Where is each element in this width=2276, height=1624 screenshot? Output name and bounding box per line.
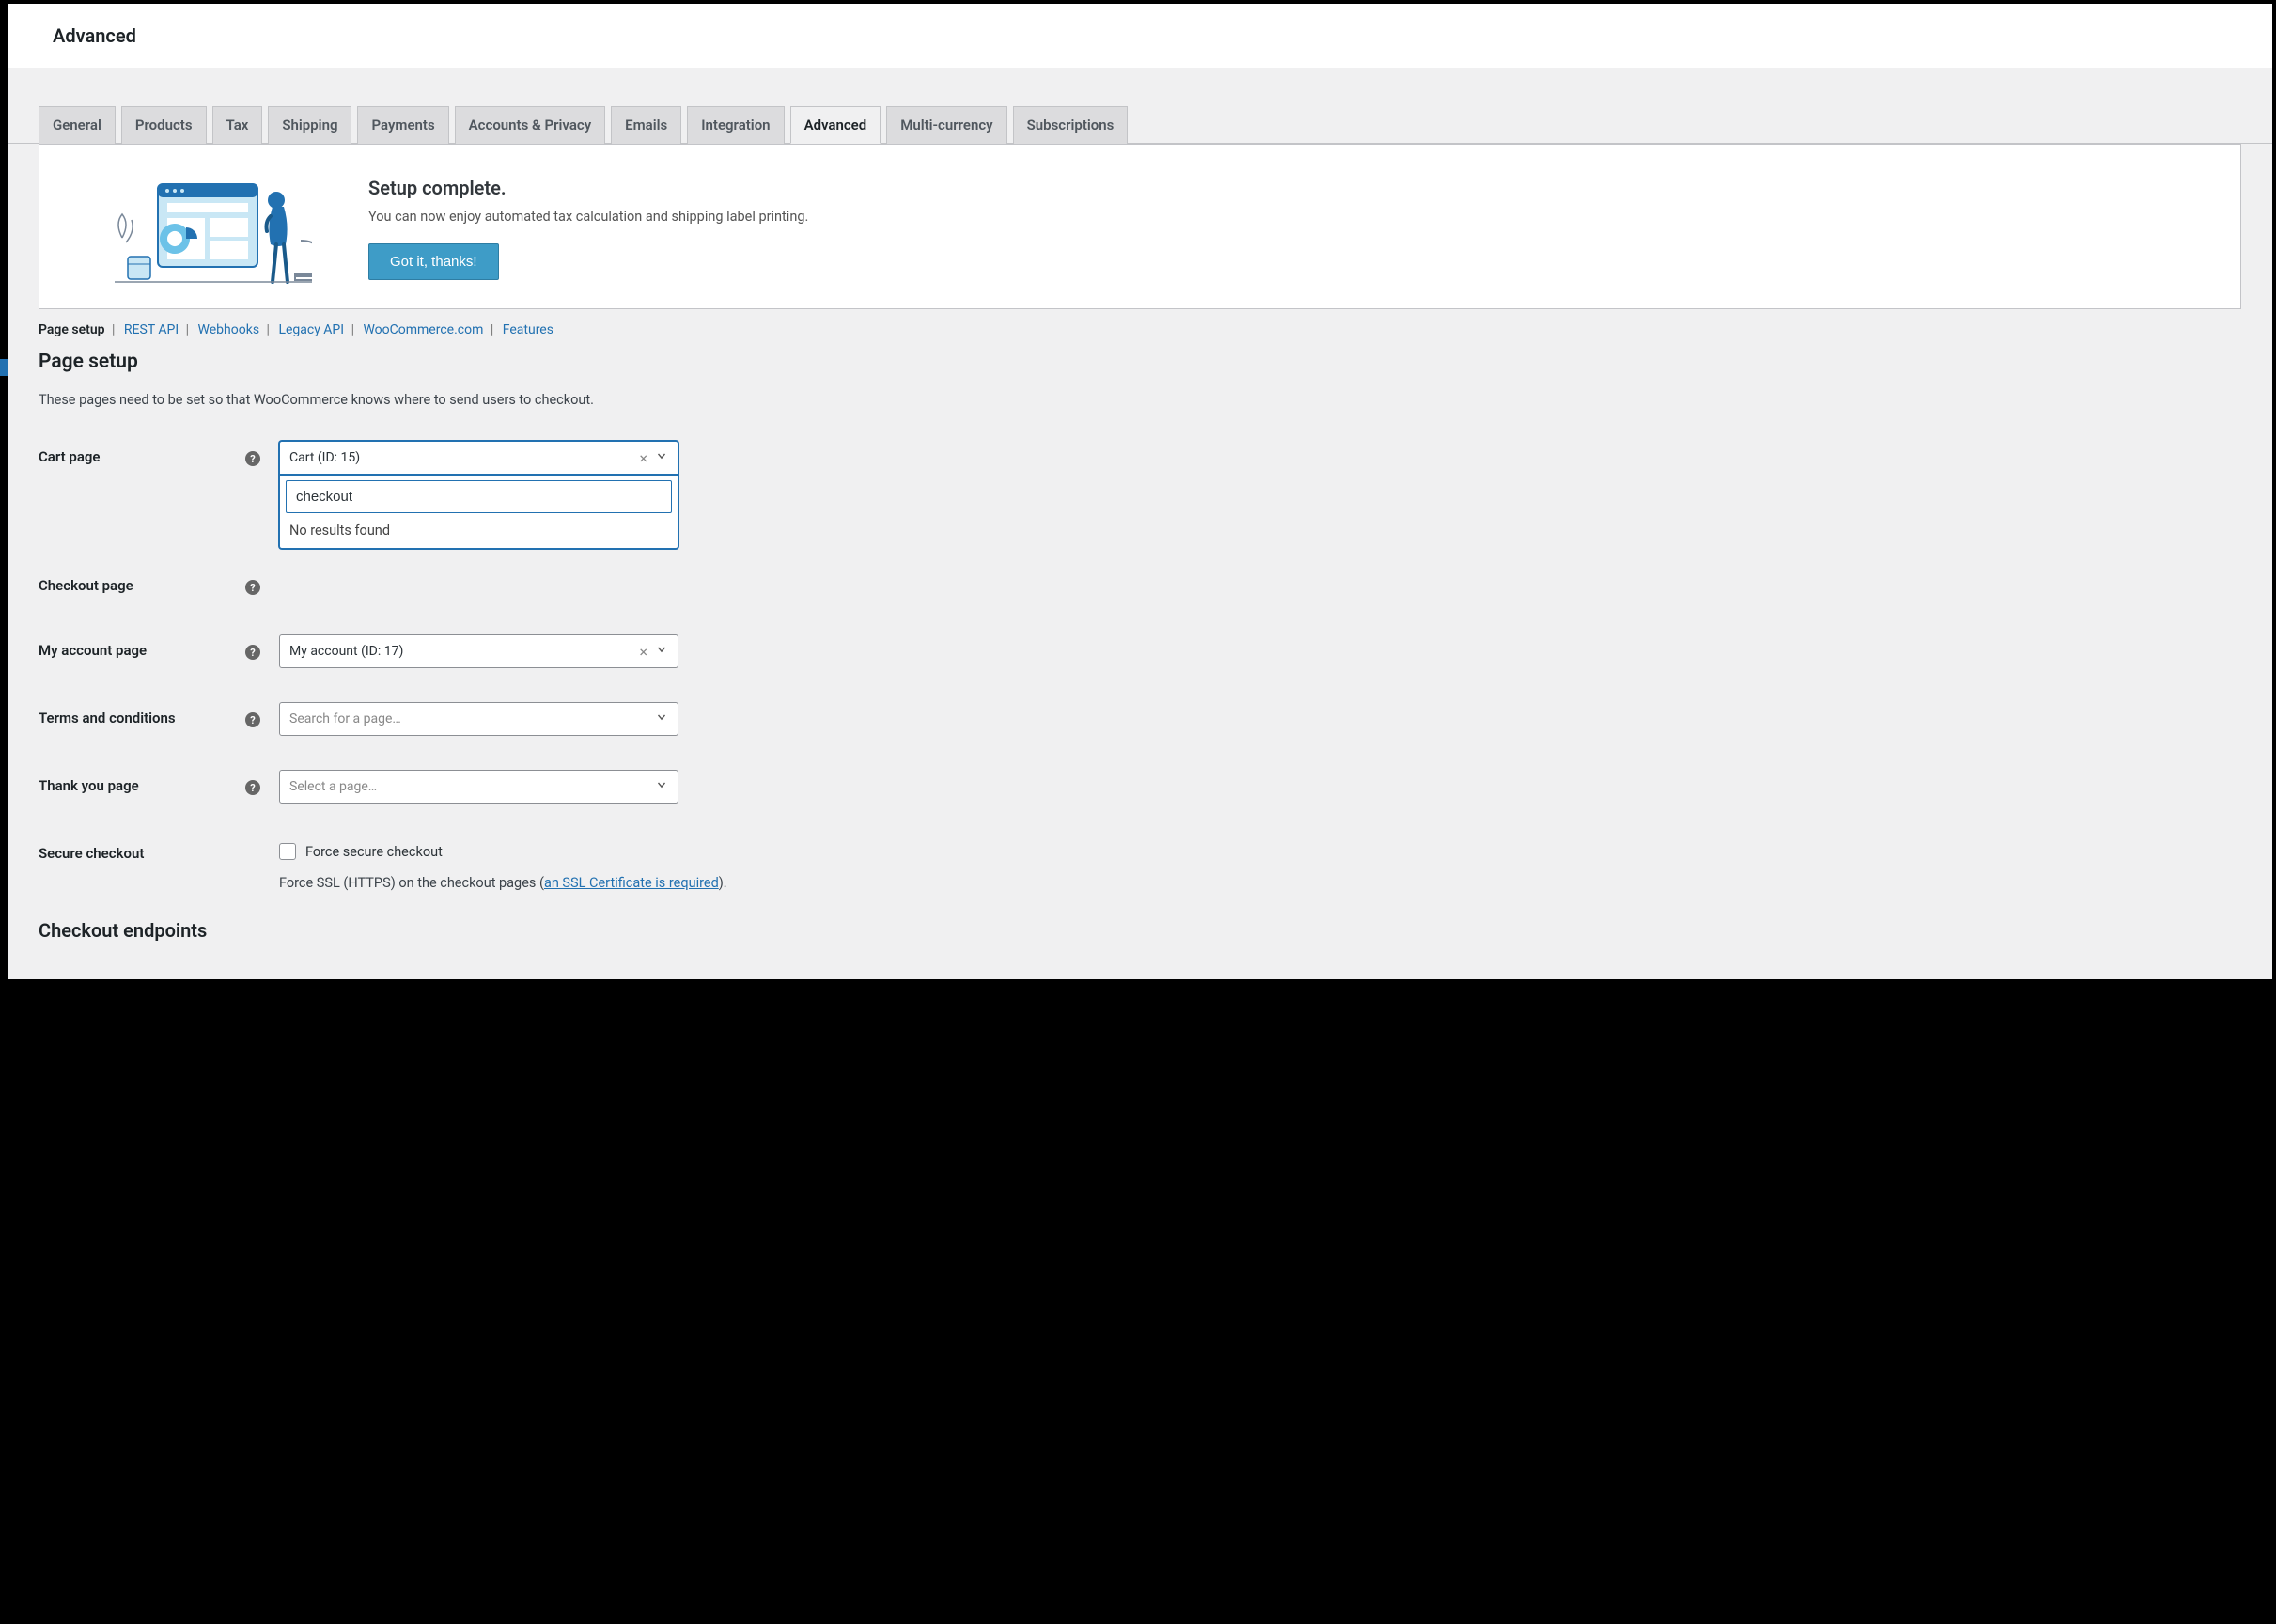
- tab-multi-currency[interactable]: Multi-currency: [886, 106, 1006, 144]
- my-account-page-select[interactable]: My account (ID: 17) ×: [279, 634, 678, 668]
- help-icon[interactable]: ?: [245, 712, 260, 727]
- force-secure-checkbox[interactable]: [279, 843, 296, 860]
- notice-title: Setup complete.: [368, 177, 808, 199]
- ssl-note: Force SSL (HTTPS) on the checkout pages …: [279, 875, 2241, 891]
- chevron-down-icon[interactable]: [655, 710, 668, 727]
- help-icon[interactable]: ?: [245, 451, 260, 466]
- subnav-webhooks[interactable]: Webhooks: [198, 322, 260, 337]
- help-icon[interactable]: ?: [245, 580, 260, 595]
- tab-tax[interactable]: Tax: [212, 106, 263, 144]
- sub-nav: Page setup | REST API | Webhooks | Legac…: [8, 309, 2272, 351]
- thank-you-label: Thank you page: [39, 770, 245, 794]
- terms-placeholder: Search for a page…: [289, 711, 401, 726]
- subnav-page-setup[interactable]: Page setup: [39, 322, 105, 337]
- terms-page-select[interactable]: Search for a page…: [279, 702, 678, 736]
- ssl-certificate-link[interactable]: an SSL Certificate is required: [544, 875, 719, 891]
- subnav-legacy-api[interactable]: Legacy API: [278, 322, 344, 337]
- notice-illustration: [68, 167, 312, 289]
- settings-tabs: General Products Tax Shipping Payments A…: [8, 68, 2272, 144]
- cart-page-search-input[interactable]: [286, 480, 672, 513]
- no-results-message: No results found: [286, 513, 672, 542]
- secure-checkout-label: Secure checkout: [39, 837, 245, 862]
- thank-you-page-select[interactable]: Select a page…: [279, 770, 678, 804]
- tab-general[interactable]: General: [39, 106, 116, 144]
- subnav-features[interactable]: Features: [503, 322, 553, 337]
- help-icon[interactable]: ?: [245, 645, 260, 660]
- checkout-page-label: Checkout page: [39, 570, 245, 594]
- tab-shipping[interactable]: Shipping: [268, 106, 351, 144]
- cart-page-select[interactable]: Cart (ID: 15) ×: [279, 441, 678, 475]
- chevron-down-icon[interactable]: [655, 643, 668, 660]
- cart-page-dropdown: No results found: [279, 475, 678, 549]
- setup-complete-notice: Setup complete. You can now enjoy automa…: [39, 144, 2241, 309]
- subnav-woocommerce-com[interactable]: WooCommerce.com: [363, 322, 483, 337]
- tab-products[interactable]: Products: [121, 106, 207, 144]
- terms-label: Terms and conditions: [39, 702, 245, 726]
- checkout-endpoints-title: Checkout endpoints: [39, 919, 2241, 942]
- admin-menu-indicator: [0, 359, 8, 376]
- clear-icon[interactable]: ×: [639, 643, 647, 661]
- tab-emails[interactable]: Emails: [611, 106, 681, 144]
- force-secure-label: Force secure checkout: [305, 844, 443, 860]
- chevron-down-icon[interactable]: [655, 449, 668, 466]
- tab-payments[interactable]: Payments: [357, 106, 448, 144]
- section-title: Page setup: [39, 351, 2241, 373]
- thank-you-placeholder: Select a page…: [289, 779, 377, 794]
- tab-integration[interactable]: Integration: [687, 106, 784, 144]
- tab-advanced[interactable]: Advanced: [790, 106, 881, 144]
- got-it-button[interactable]: Got it, thanks!: [368, 243, 499, 280]
- clear-icon[interactable]: ×: [639, 449, 647, 467]
- my-account-page-value: My account (ID: 17): [289, 644, 403, 659]
- my-account-page-label: My account page: [39, 634, 245, 659]
- cart-page-label: Cart page: [39, 441, 245, 465]
- cart-page-value: Cart (ID: 15): [289, 450, 360, 465]
- page-header: Advanced: [8, 4, 2272, 68]
- help-icon[interactable]: ?: [245, 780, 260, 795]
- subnav-rest-api[interactable]: REST API: [124, 322, 179, 337]
- section-description: These pages need to be set so that WooCo…: [39, 392, 2241, 408]
- tab-accounts-privacy[interactable]: Accounts & Privacy: [455, 106, 606, 144]
- notice-description: You can now enjoy automated tax calculat…: [368, 209, 808, 225]
- chevron-down-icon[interactable]: [655, 778, 668, 795]
- tab-subscriptions[interactable]: Subscriptions: [1013, 106, 1129, 144]
- page-title: Advanced: [53, 24, 2272, 47]
